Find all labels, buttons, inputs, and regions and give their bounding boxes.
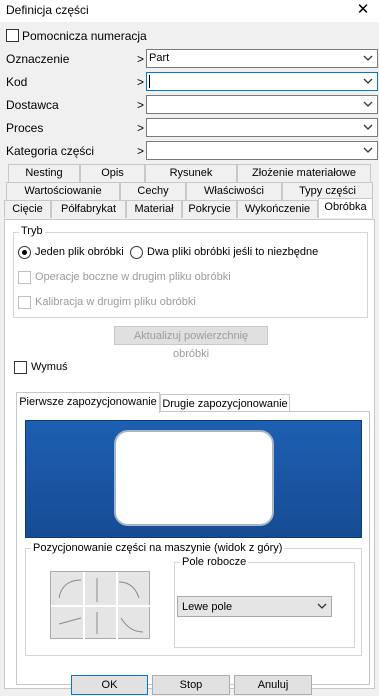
ok-button[interactable]: OK <box>71 675 148 695</box>
calibration-label: Kalibracja w drugim pliku obróbki <box>35 296 196 308</box>
force-label: Wymuś <box>31 361 68 373</box>
side-ops-label: Operacje boczne w drugim pliku obróbki <box>35 271 231 283</box>
chevron-down-icon[interactable] <box>361 50 375 67</box>
mode-group-title: Tryb <box>19 225 45 237</box>
aux-numbering-checkbox[interactable] <box>6 29 19 42</box>
tab-zlozenie-materialowe[interactable]: Złożenie materiałowe <box>237 164 371 182</box>
tab-rysunek[interactable]: Rysunek <box>145 164 237 182</box>
subtab-first-positioning[interactable]: Pierwsze zapozycjonowanie <box>16 392 160 413</box>
dostawca-combo[interactable] <box>146 95 378 114</box>
tab-cechy[interactable]: Cechy <box>120 182 186 200</box>
orientation-grid-icon <box>51 572 151 640</box>
oznaczenie-value: Part <box>149 52 170 64</box>
tab-ciecie[interactable]: Cięcie <box>4 200 51 218</box>
tab-opis[interactable]: Opis <box>80 164 145 182</box>
chevron-right-icon: > <box>137 144 145 158</box>
oznaczenie-combo[interactable]: Part <box>146 49 378 68</box>
radio-two-files[interactable] <box>130 246 143 259</box>
chevron-right-icon: > <box>137 75 145 89</box>
calibration-checkbox[interactable] <box>18 296 31 309</box>
chevron-down-icon[interactable] <box>361 73 375 90</box>
chevron-down-icon[interactable] <box>361 142 375 159</box>
chevron-down-icon[interactable] <box>361 96 375 113</box>
proces-combo[interactable] <box>146 118 378 137</box>
field-label-dostawca: Dostawca <box>6 98 59 112</box>
radio-single-file-label: Jeden plik obróbki <box>35 246 124 258</box>
force-checkbox[interactable] <box>14 361 27 374</box>
work-field-select[interactable]: Lewe pole <box>177 596 332 617</box>
text-cursor <box>149 75 150 88</box>
tab-pokrycie[interactable]: Pokrycie <box>182 200 237 218</box>
tab-material[interactable]: Materiał <box>126 200 182 218</box>
chevron-right-icon: > <box>137 98 145 112</box>
window-title: Definicja części <box>6 3 89 17</box>
radio-single-file[interactable] <box>18 246 31 259</box>
tab-wartosciowanie[interactable]: Wartościowanie <box>6 182 120 200</box>
tab-obrobka[interactable]: Obróbka <box>318 198 373 218</box>
part-outline <box>114 430 274 526</box>
cancel-button[interactable]: Anuluj <box>234 675 312 695</box>
tab-wlasciwosci[interactable]: Właściwości <box>186 182 282 200</box>
kategoria-combo[interactable] <box>146 141 378 160</box>
chevron-down-icon[interactable] <box>315 599 329 614</box>
work-field-value: Lewe pole <box>182 601 233 613</box>
side-ops-checkbox[interactable] <box>18 271 31 284</box>
chevron-right-icon: > <box>137 52 145 66</box>
stop-button[interactable]: Stop <box>152 675 230 695</box>
tab-nesting[interactable]: Nesting <box>8 164 80 182</box>
kod-combo[interactable] <box>146 72 378 91</box>
positioning-group-title: Pozycjonowanie części na maszynie (widok… <box>31 542 285 554</box>
update-surface-button[interactable]: Aktualizuj powierzchnię obróbki <box>114 326 268 360</box>
radio-two-files-label: Dwa pliki obróbki jeśli to niezbędne <box>147 246 319 258</box>
aux-numbering-label: Pomocnicza numeracja <box>22 29 147 43</box>
close-icon[interactable]: ✕ <box>355 1 371 19</box>
field-label-proces: Proces <box>6 121 44 135</box>
tab-polfabrykat[interactable]: Półfabrykat <box>51 200 126 218</box>
radio-selected-dot <box>22 250 27 255</box>
chevron-down-icon[interactable] <box>361 119 375 136</box>
chevron-right-icon: > <box>137 121 145 135</box>
title-bar: Definicja części ✕ <box>0 0 379 22</box>
field-label-oznaczenie: Oznaczenie <box>6 52 70 66</box>
part-preview <box>25 420 362 538</box>
orientation-selector[interactable] <box>50 571 151 640</box>
work-field-title: Pole robocze <box>180 556 249 568</box>
tab-wykonczenie[interactable]: Wykończenie <box>237 200 318 218</box>
field-label-kod: Kod <box>6 75 28 89</box>
field-label-kategoria: Kategoria części <box>6 144 95 158</box>
